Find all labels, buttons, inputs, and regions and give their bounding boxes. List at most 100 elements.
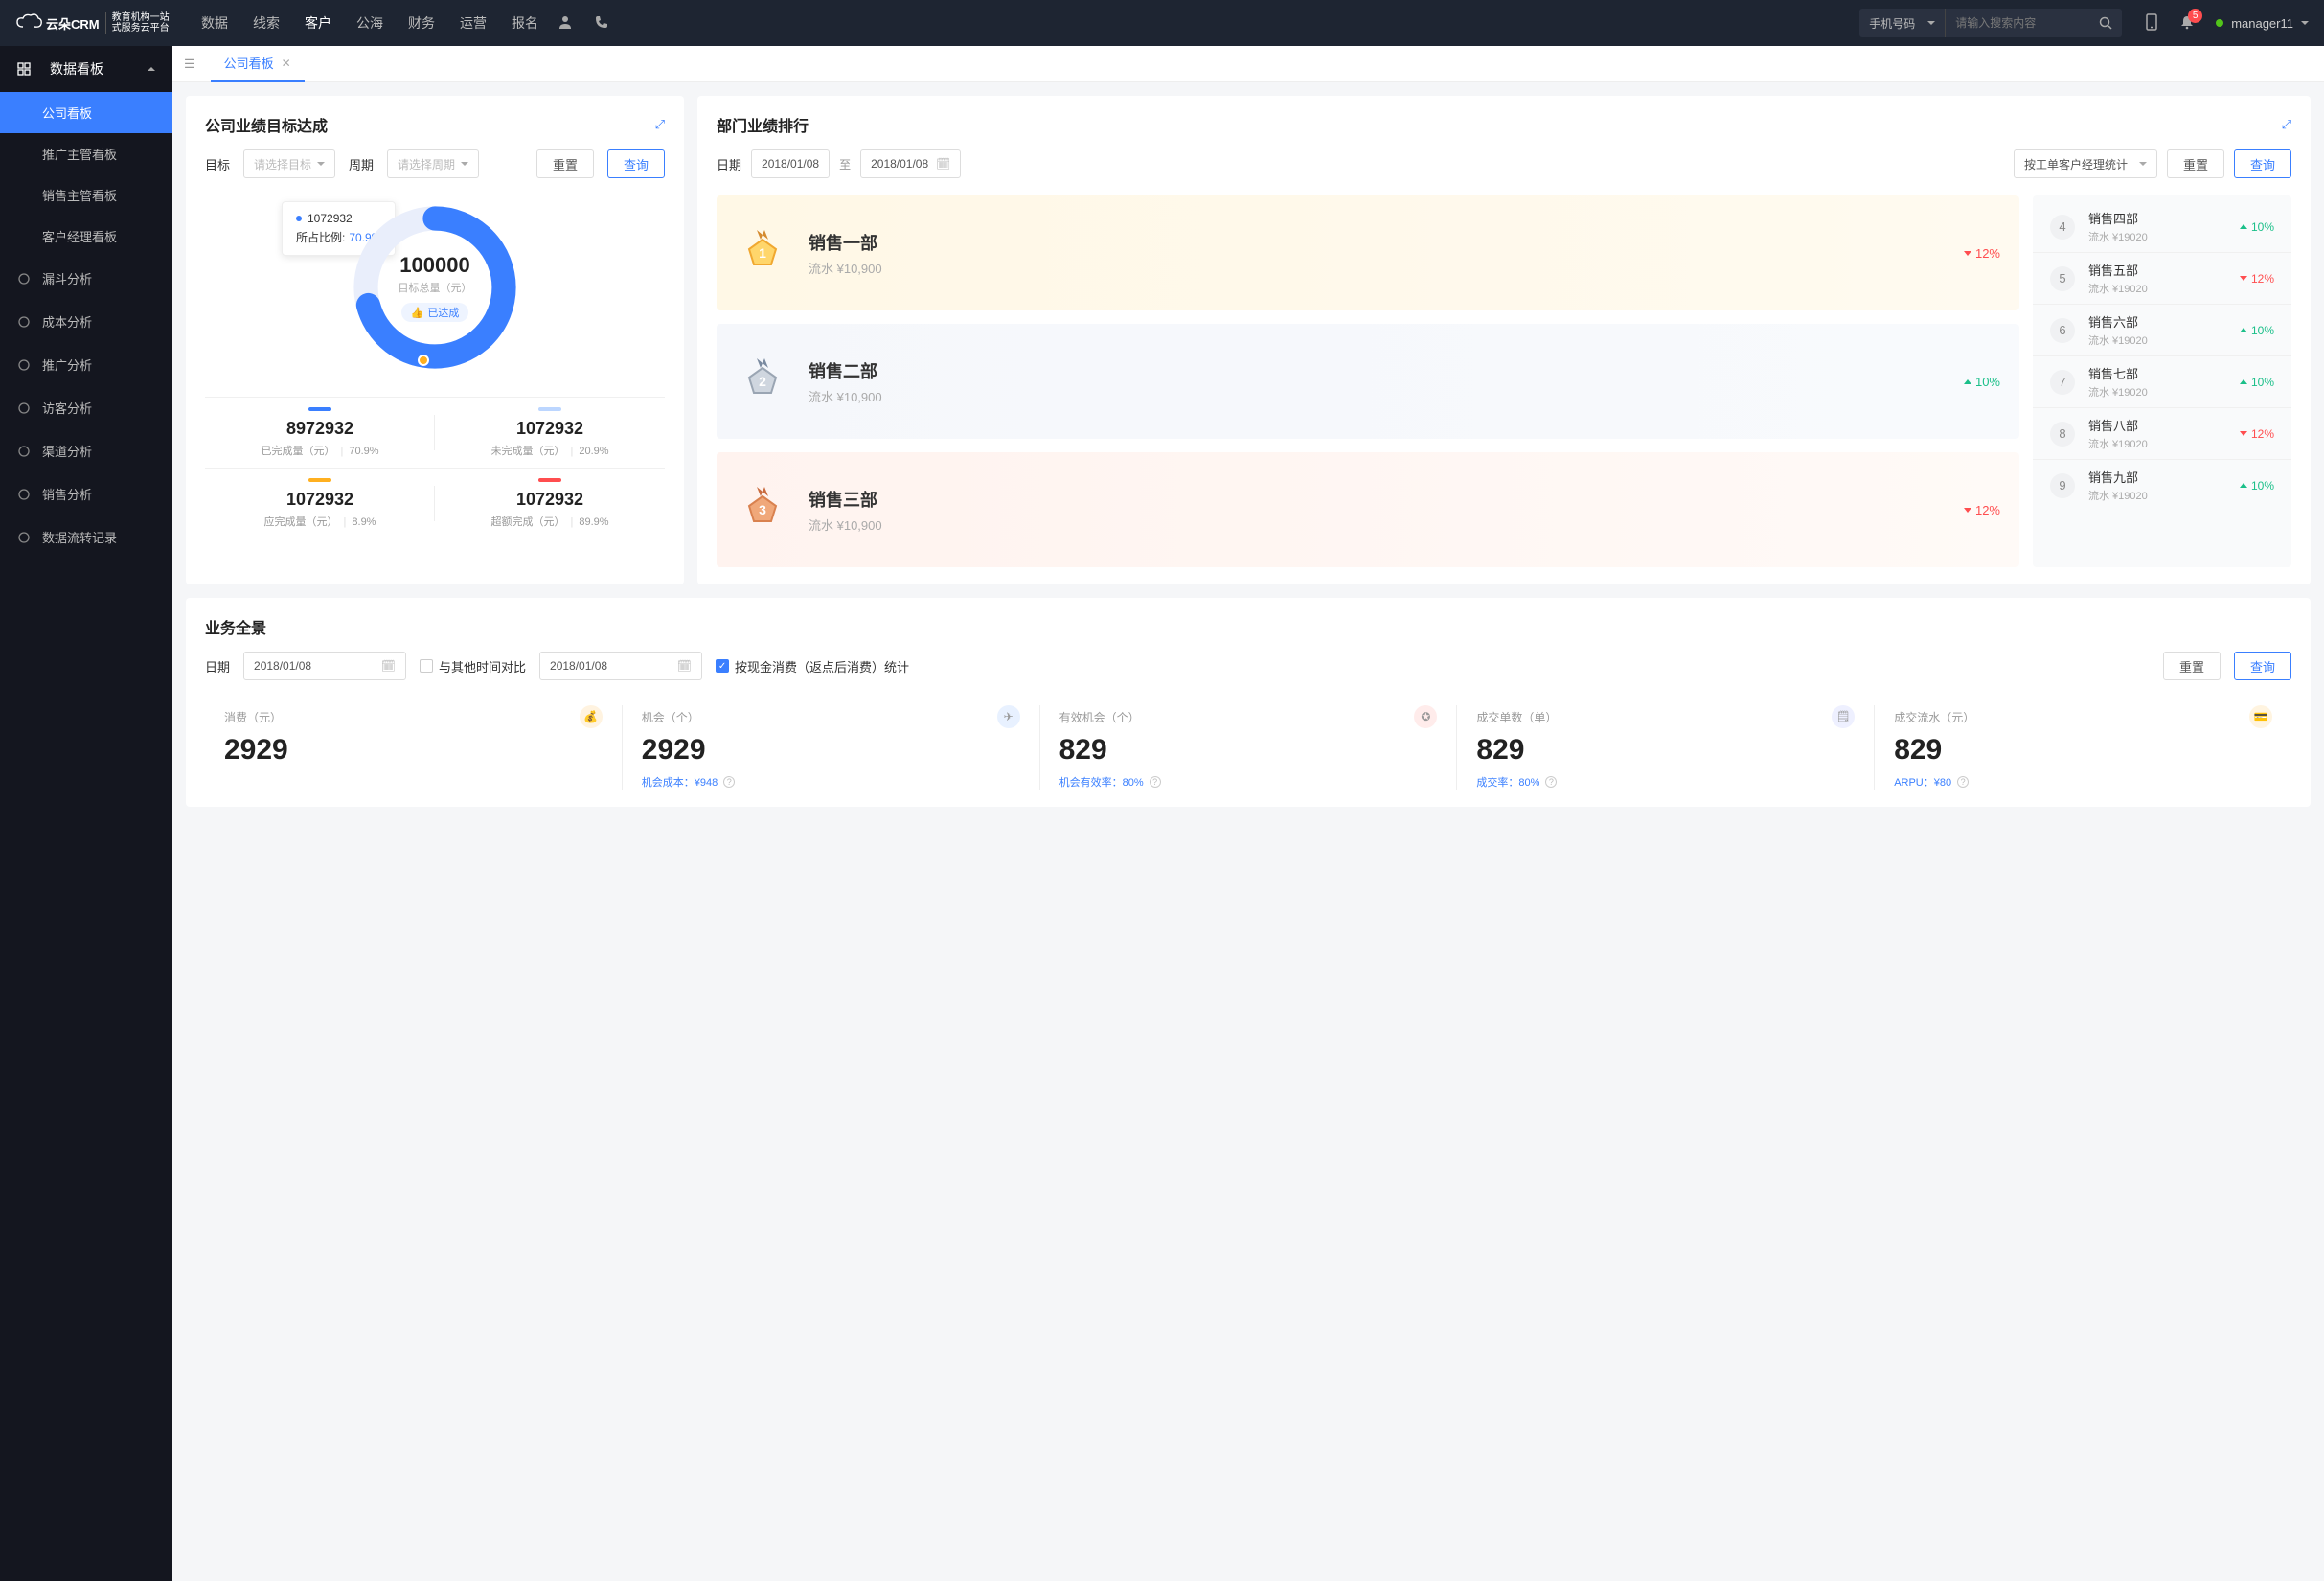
phone-icon[interactable] (594, 14, 609, 33)
business-overview-card: 业务全景 日期 2018/01/08🗓 与其他时间对比 2018/01/08🗓 … (186, 598, 2311, 807)
rank-card-silver: 2销售二部流水 ¥10,90010% (717, 324, 2019, 439)
notification-icon[interactable]: 5 (2179, 14, 2195, 33)
brand-logo: 云朵CRM 教育机构一站式服务云平台 (15, 12, 172, 34)
period-label: 周期 (349, 155, 374, 173)
kpi-cell: 机会（个）✈2929机会成本：¥948? (622, 705, 1039, 790)
goal-select[interactable]: 请选择目标 (243, 149, 335, 178)
user-icon[interactable] (558, 14, 573, 33)
nav-item-1[interactable]: 线索 (253, 13, 280, 33)
kpi-cell: 成交单数（单）🗒829成交率：80%? (1456, 705, 1874, 790)
promo-icon (17, 358, 31, 372)
status-dot (2216, 19, 2223, 27)
date-input-2[interactable]: 2018/01/08🗓 (539, 652, 702, 680)
close-icon[interactable]: ✕ (282, 57, 291, 70)
rank-row: 4销售四部流水 ¥1902010% (2033, 201, 2291, 252)
kpi-icon: ✈ (997, 705, 1020, 728)
sidebar-sub-3[interactable]: 客户经理看板 (0, 216, 172, 257)
date-from-input[interactable]: 2018/01/08 (751, 149, 830, 178)
donut-handle (418, 355, 429, 366)
channel-icon (17, 445, 31, 458)
brand-sub: 教育机构一站式服务云平台 (105, 12, 170, 34)
goal-stat-cell: 1072932未完成量（元）|20.9% (435, 397, 665, 468)
sidebar-group-dashboard[interactable]: 数据看板 (0, 46, 172, 92)
tab-company-board[interactable]: 公司看板✕ (211, 46, 305, 82)
collapse-sidebar-icon[interactable]: ☰ (184, 57, 195, 72)
rank-card-bronze: 3销售三部流水 ¥10,90012% (717, 452, 2019, 567)
nav-item-2[interactable]: 客户 (305, 13, 331, 33)
card-title: 公司业绩目标达成 (205, 113, 328, 136)
svg-text:1: 1 (759, 245, 766, 261)
user-menu[interactable]: manager11 (2216, 16, 2309, 31)
kpi-cell: 消费（元）💰2929 (205, 705, 622, 790)
goal-stat-cell: 1072932超额完成（元）|89.9% (435, 468, 665, 538)
help-icon[interactable]: ? (723, 776, 735, 788)
help-icon[interactable]: ? (1150, 776, 1161, 788)
sidebar-sub-2[interactable]: 销售主管看板 (0, 174, 172, 216)
visitor-icon (17, 401, 31, 415)
dashboard-icon (17, 62, 31, 76)
query-button[interactable]: 查询 (2234, 149, 2291, 178)
search-type-select[interactable]: 手机号码 (1859, 9, 1946, 37)
achieved-tag: 👍已达成 (401, 303, 469, 322)
search-input[interactable] (1946, 16, 2089, 30)
sidebar-sub-1[interactable]: 推广主管看板 (0, 133, 172, 174)
date-to-input[interactable]: 2018/01/08🗓 (860, 149, 961, 178)
rank-card-gold: 1销售一部流水 ¥10,90012% (717, 195, 2019, 310)
nav-items: 数据 线索 客户 公海 财务 运营 报名 (201, 13, 538, 33)
sidebar-item-flow[interactable]: 数据流转记录 (0, 516, 172, 559)
medal-gold-icon: 1 (736, 226, 789, 280)
reset-button[interactable]: 重置 (2163, 652, 2221, 680)
sidebar-item-channel[interactable]: 渠道分析 (0, 429, 172, 472)
rank-row: 7销售七部流水 ¥1902010% (2033, 355, 2291, 407)
compare-checkbox[interactable]: 与其他时间对比 (420, 657, 526, 676)
date-to-sep: 至 (839, 156, 851, 172)
dept-ranking-card: 部门业绩排行 ⤢ 日期 2018/01/08 至 2018/01/08🗓 按工单… (697, 96, 2311, 584)
svg-text:3: 3 (759, 502, 766, 517)
rank-row: 6销售六部流水 ¥1902010% (2033, 304, 2291, 355)
sidebar-item-promo[interactable]: 推广分析 (0, 343, 172, 386)
sidebar-item-cost[interactable]: 成本分析 (0, 300, 172, 343)
sidebar-item-filter[interactable]: 漏斗分析 (0, 257, 172, 300)
donut-chart: 100000 目标总量（元） 👍已达成 (349, 201, 521, 374)
help-icon[interactable]: ? (1957, 776, 1969, 788)
donut-sub: 目标总量（元） (399, 280, 472, 295)
goal-achievement-card: 公司业绩目标达成 ⤢ 目标 请选择目标 周期 请选择周期 重置 查询 (186, 96, 684, 584)
sidebar-sub-0[interactable]: 公司看板 (0, 92, 172, 133)
svg-text:2: 2 (759, 374, 766, 389)
nav-item-4[interactable]: 财务 (408, 13, 435, 33)
reset-button[interactable]: 重置 (536, 149, 594, 178)
sales-icon (17, 488, 31, 501)
flow-icon (17, 531, 31, 544)
help-icon[interactable]: ? (1545, 776, 1557, 788)
kpi-icon: 🗒 (1832, 705, 1855, 728)
kpi-icon: 💳 (2249, 705, 2272, 728)
search-button[interactable] (2089, 9, 2122, 37)
main-area: ☰ 公司看板✕ 公司业绩目标达成 ⤢ 目标 请选择目标 周期 请选择周期 (172, 46, 2324, 1581)
expand-icon[interactable]: ⤢ (655, 117, 665, 132)
reset-button[interactable]: 重置 (2167, 149, 2224, 178)
query-button[interactable]: 查询 (2234, 652, 2291, 680)
kpi-icon: ✪ (1414, 705, 1437, 728)
date-input-1[interactable]: 2018/01/08🗓 (243, 652, 406, 680)
stat-type-select[interactable]: 按工单客户经理统计 (2014, 149, 2157, 178)
cash-stat-checkbox[interactable]: 按现金消费（返点后消费）统计 (716, 657, 909, 676)
device-icon[interactable] (2145, 13, 2158, 34)
card-title: 业务全景 (205, 615, 266, 638)
top-nav: 云朵CRM 教育机构一站式服务云平台 数据 线索 客户 公海 财务 运营 报名 手机号码 5… (0, 0, 2324, 46)
card-title: 部门业绩排行 (717, 113, 809, 136)
sidebar-item-visitor[interactable]: 访客分析 (0, 386, 172, 429)
nav-item-0[interactable]: 数据 (201, 13, 228, 33)
kpi-icon: 💰 (580, 705, 603, 728)
nav-item-5[interactable]: 运营 (460, 13, 487, 33)
expand-icon[interactable]: ⤢ (2282, 117, 2291, 132)
nav-item-3[interactable]: 公海 (356, 13, 383, 33)
date-label: 日期 (205, 657, 230, 676)
goal-stat-cell: 8972932已完成量（元）|70.9% (205, 397, 435, 468)
query-button[interactable]: 查询 (607, 149, 665, 178)
nav-item-6[interactable]: 报名 (512, 13, 538, 33)
tabs-bar: ☰ 公司看板✕ (172, 46, 2324, 82)
rank-row: 9销售九部流水 ¥1902010% (2033, 459, 2291, 511)
medal-silver-icon: 2 (736, 355, 789, 408)
sidebar-item-sales[interactable]: 销售分析 (0, 472, 172, 516)
period-select[interactable]: 请选择周期 (387, 149, 479, 178)
